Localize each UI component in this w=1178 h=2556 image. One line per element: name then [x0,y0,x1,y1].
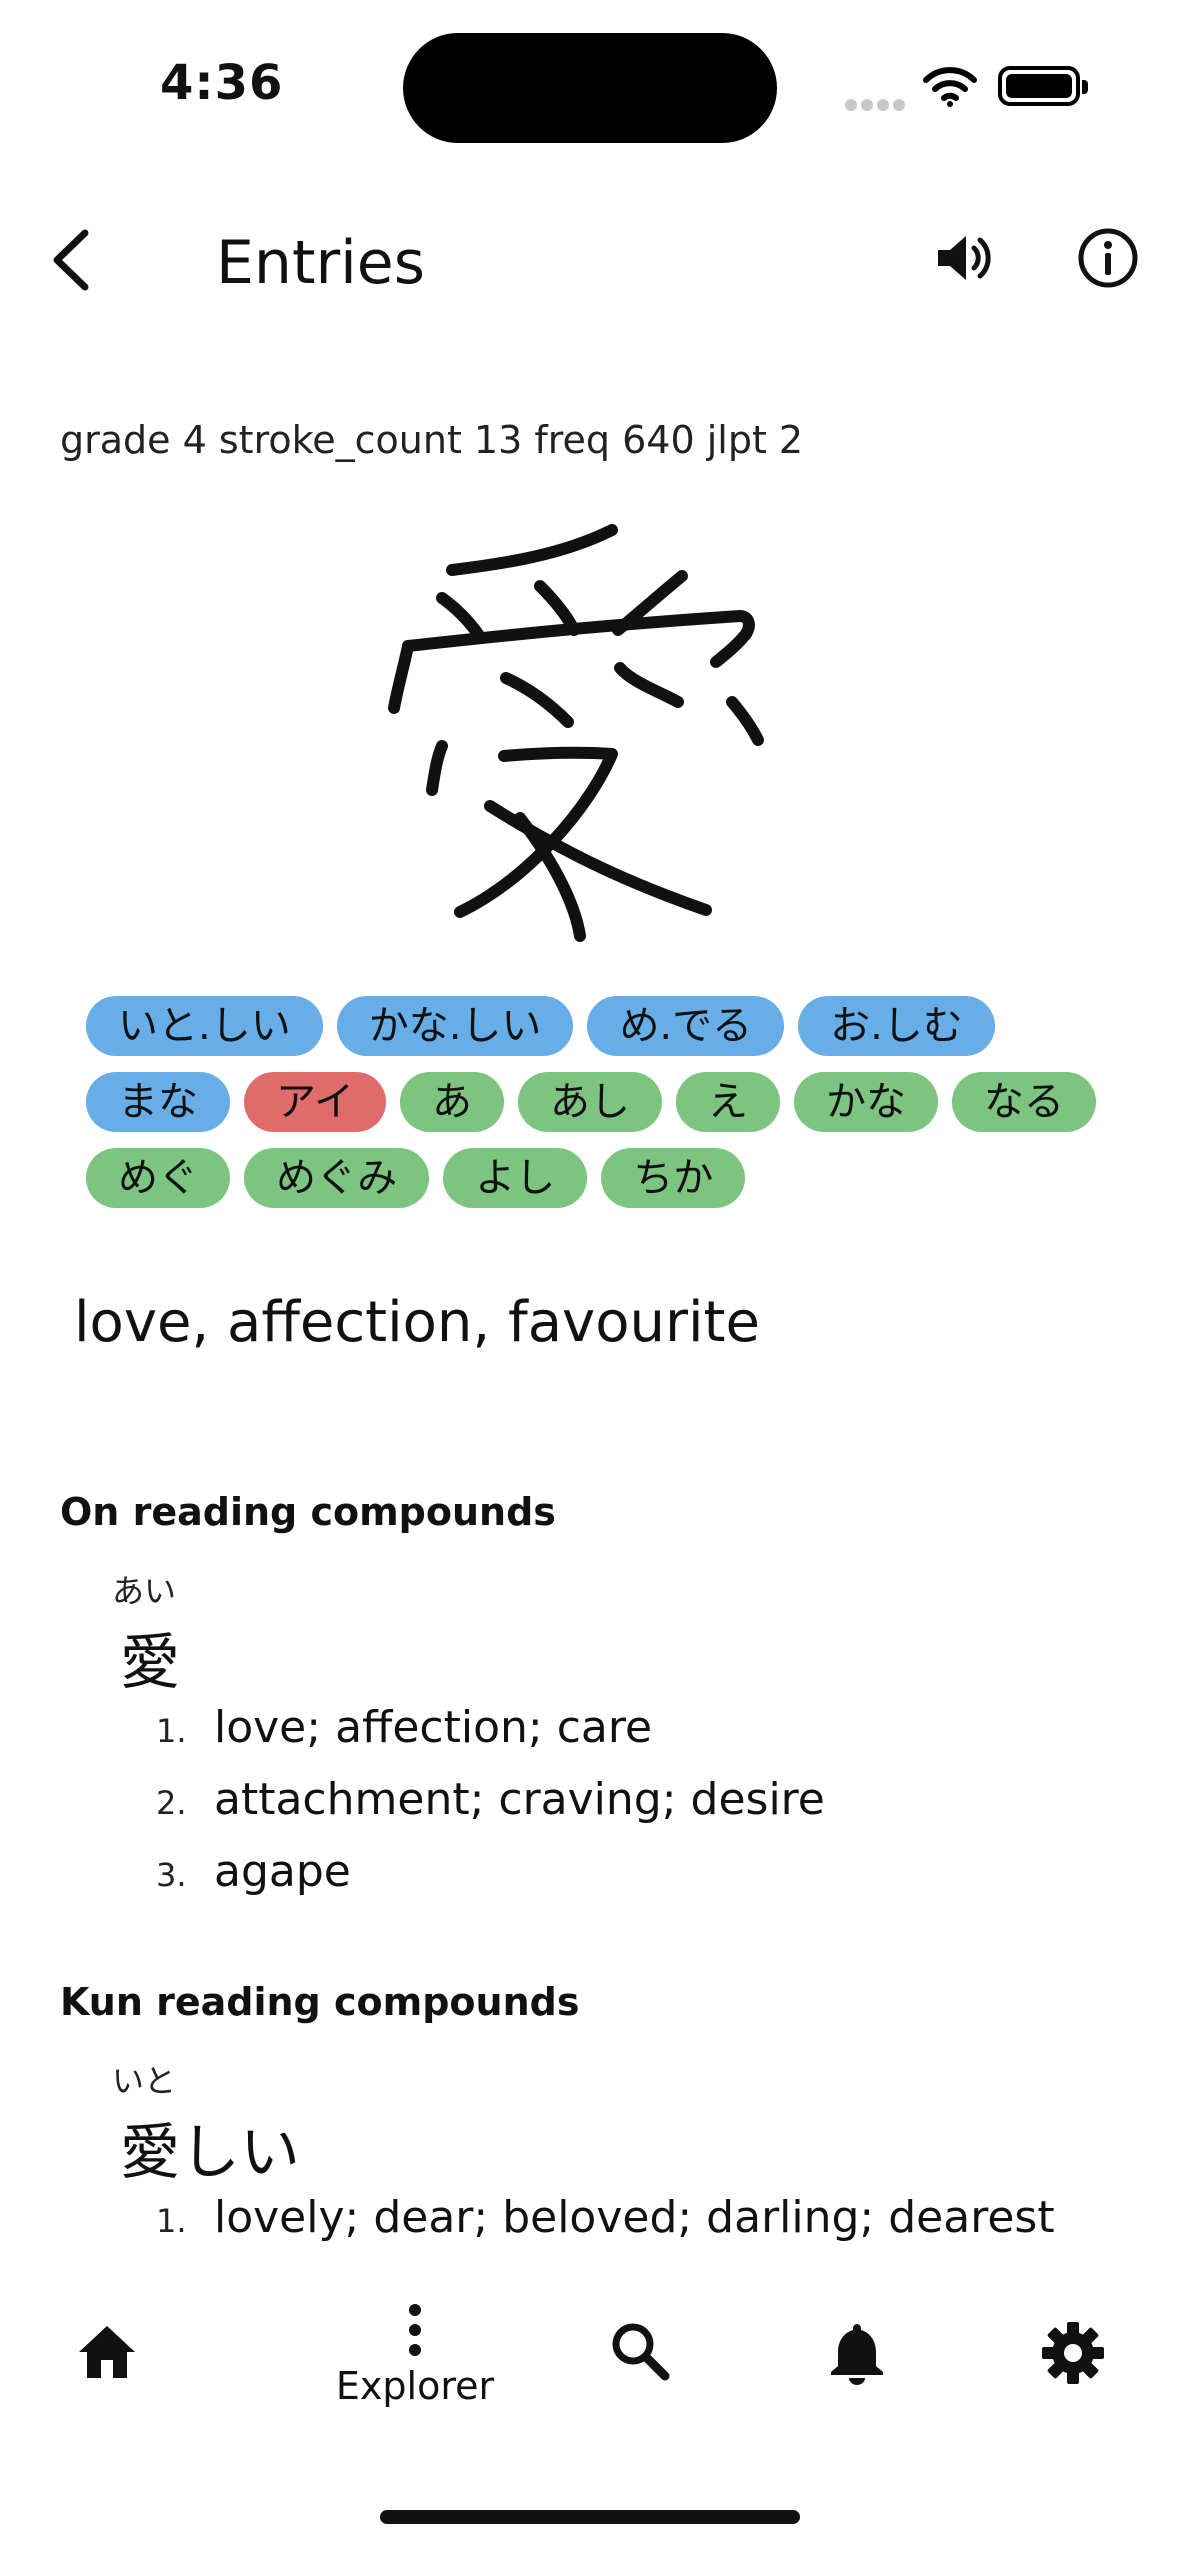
nav-home[interactable] [47,2320,167,2440]
reading-chip-kun[interactable]: まな [86,1072,230,1132]
app-header: Entries [0,200,1178,340]
reading-chip-kun[interactable]: いと.しい [86,996,323,1056]
on-compounds-title: On reading compounds [60,1490,556,1534]
cellular-signal-icon [845,96,909,115]
compound-word[interactable]: 愛しい [120,2104,300,2191]
definition-item: 2. attachment; craving; desire [156,1774,825,1846]
definition-item: 1. love; affection; care [156,1702,825,1774]
chip-row: めぐ めぐみ よし ちか [86,1148,1106,1208]
nav-settings[interactable] [1013,2320,1133,2440]
reading-chip-nanori[interactable]: めぐ [86,1148,230,1208]
definition-text: agape [214,1846,351,1897]
page-title: Entries [216,228,425,298]
home-icon [79,2326,135,2378]
back-button[interactable] [35,220,105,300]
chip-row: まな アイああしえかな なる [86,1072,1106,1132]
kanji-glyph [388,524,764,942]
reading-chip-nanori[interactable]: なる [952,1072,1096,1132]
definition-number: 2. [156,1784,187,1822]
info-button[interactable] [1068,218,1148,298]
kanji-meaning: love, affection, favourite [74,1290,760,1355]
more-vertical-icon [409,2304,421,2356]
on-compound-definitions: 1. love; affection; care 2. attachment; cr… [156,1702,825,1918]
nav-explorer[interactable]: Explorer [315,2302,515,2422]
kun-compound-definitions: 1. lovely; dear; beloved; darling; deares… [156,2192,1055,2264]
dynamic-island [403,33,777,143]
definition-text: love; affection; care [214,1702,653,1753]
definition-number: 1. [156,1712,187,1750]
reading-chip-nanori[interactable]: かな [794,1072,938,1132]
kanji-meta: grade 4 stroke_count 13 freq 640 jlpt 2 [60,418,804,462]
reading-chip-nanori[interactable]: めぐみ [244,1148,430,1208]
search-icon [612,2323,670,2381]
nav-search[interactable] [580,2320,700,2440]
reading-chip-on[interactable]: アイ [244,1072,386,1132]
chevron-left-icon [53,229,89,291]
gear-icon [1042,2322,1104,2384]
reading-chip-nanori[interactable]: え [676,1072,780,1132]
definition-item: 3. agape [156,1846,825,1918]
reading-chip-kun[interactable]: かな.しい [336,996,574,1056]
definition-number: 3. [156,1856,187,1894]
reading-chip-kun[interactable]: め.でる [587,996,785,1056]
wifi-icon [922,66,978,112]
reading-chip-nanori[interactable]: あし [518,1072,662,1132]
definition-item: 1. lovely; dear; beloved; darling; deares… [156,2192,1055,2264]
readings-chips: いと.しい かな.しい め.でる お.しむ まな アイああしえかな なる めぐ めぐみ よし ちか [86,996,1106,1224]
reading-chip-nanori[interactable]: よし [443,1148,588,1208]
status-time: 4:36 [160,55,284,111]
home-indicator [380,2510,800,2524]
reading-chip-nanori[interactable]: あ [400,1072,504,1132]
chip-row: いと.しい かな.しい め.でる お.しむ [86,996,1106,1056]
compound-furigana: あい [112,1572,177,1610]
nav-notifications[interactable] [797,2320,917,2440]
bell-icon [831,2324,883,2385]
info-circle-icon [1078,228,1138,288]
kun-compounds-title: Kun reading compounds [60,1980,580,2024]
compound-furigana: いと [112,2062,177,2100]
play-sound-button[interactable] [922,218,1002,298]
battery-icon [998,66,1088,106]
status-bar: 4:36 [0,0,1178,150]
reading-chip-kun[interactable]: お.しむ [798,996,995,1056]
definition-text: lovely; dear; beloved; darling; dearest [214,2192,1055,2243]
speaker-icon [938,236,991,280]
nav-explorer-label: Explorer [335,2364,495,2408]
definition-text: attachment; craving; desire [214,1774,825,1825]
definition-number: 1. [156,2202,187,2240]
reading-chip-nanori[interactable]: ちか [601,1148,746,1208]
compound-word[interactable]: 愛 [120,1614,180,1701]
